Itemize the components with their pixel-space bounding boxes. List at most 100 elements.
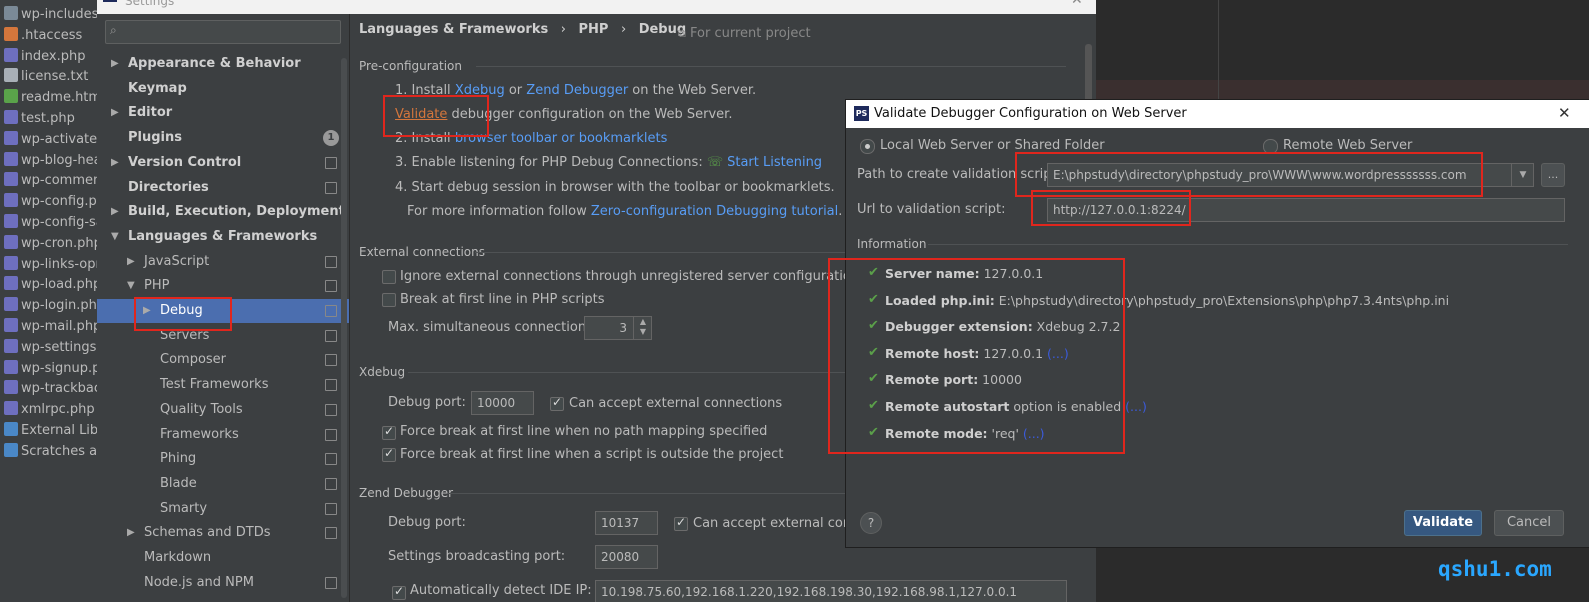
project-tree-label: test.php [21, 111, 75, 126]
chevron-right-icon[interactable]: ▶ [111, 52, 119, 76]
html-file-icon [4, 89, 18, 104]
radio-remote-label: Remote Web Server [1283, 138, 1413, 153]
project-tree-item[interactable]: license.txt [4, 67, 88, 87]
preconfig-step-4: 4. Start debug session in browser with t… [395, 180, 835, 195]
chevron-right-icon[interactable]: ▶ [111, 200, 119, 224]
break-first-line-label: Break at first line in PHP scripts [400, 292, 605, 307]
settings-tree-item[interactable]: Composer [97, 348, 349, 372]
project-tree-item[interactable]: xmlrpc.php [4, 400, 95, 420]
settings-tree-label: JavaScript [144, 253, 210, 269]
zend-debugger-link[interactable]: Zend Debugger [526, 83, 628, 98]
zend-accept-checkbox[interactable] [674, 515, 688, 531]
project-tree-item[interactable]: External Librarie [4, 421, 97, 441]
radio-local[interactable] [860, 139, 875, 154]
divider [928, 244, 1568, 245]
settings-tree-item[interactable]: Plugins 1 [97, 126, 349, 150]
auto-detect-ip-checkbox[interactable] [392, 584, 406, 600]
project-tree-item[interactable]: wp-activate.p [4, 130, 97, 150]
settings-tree-item[interactable]: ▼ PHP [97, 274, 349, 298]
chevron-right-icon[interactable]: ▶ [111, 101, 119, 125]
settings-tree-item[interactable]: ▶ Appearance & Behavior [97, 52, 349, 76]
ignore-external-checkbox[interactable] [382, 270, 396, 284]
details-link[interactable]: (...) [1125, 399, 1147, 414]
chevron-down-icon[interactable]: ▼ [111, 225, 119, 249]
text: or [504, 83, 527, 98]
phone-listen-icon: ☏ [706, 155, 724, 170]
settings-titlebar: Settings ✕ [97, 0, 1096, 14]
settings-tree-item[interactable]: ▶ Build, Execution, Deployment [97, 200, 349, 224]
ide-ip-input[interactable]: 10.198.75.60,192.168.1.220,192.168.198.3… [595, 580, 1067, 602]
settings-tree-item[interactable]: ▶ Version Control [97, 151, 349, 175]
project-tree-item[interactable]: wp-login.php [4, 296, 97, 316]
sidebar-scrollbar[interactable] [341, 58, 347, 598]
breadcrumb: Languages & Frameworks › PHP › Debug [359, 22, 686, 37]
project-tree-item[interactable]: wp-signup.pl [4, 359, 97, 379]
browse-button[interactable]: ... [1541, 163, 1565, 187]
project-tree-item[interactable]: wp-config.ph [4, 192, 97, 212]
broadcast-port-input[interactable]: 20080 [595, 545, 658, 569]
settings-tree-label: Frameworks [160, 426, 239, 442]
chevron-right-icon[interactable]: ▶ [127, 250, 135, 274]
project-tree-item[interactable]: wp-cron.php [4, 234, 97, 254]
settings-tree-item[interactable]: Test Frameworks [97, 373, 349, 397]
settings-tree-item[interactable]: Keymap [97, 77, 349, 101]
project-tree-item[interactable]: wp-load.php [4, 275, 97, 295]
project-tree-item[interactable]: test.php [4, 109, 75, 129]
settings-tree-item[interactable]: Frameworks [97, 423, 349, 447]
tutorial-link[interactable]: Zero-configuration Debugging tutorial [591, 204, 838, 219]
chevron-down-icon[interactable]: ▼ [127, 274, 135, 298]
xdebug-port-input[interactable]: 10000 [471, 391, 534, 415]
chevron-down-icon[interactable]: ▼ [1511, 164, 1534, 186]
settings-tree-item[interactable]: Node.js and NPM [97, 571, 349, 595]
settings-tree-item[interactable]: Blade [97, 472, 349, 496]
close-icon[interactable]: ✕ [1558, 104, 1571, 122]
zend-accept-label: Can accept external conne [693, 516, 868, 531]
project-tree-label: xmlrpc.php [21, 402, 95, 418]
settings-tree-item[interactable]: ▼ Languages & Frameworks [97, 225, 349, 249]
settings-tree-item[interactable]: ▶ JavaScript [97, 250, 349, 274]
zend-port-input[interactable]: 10137 [595, 511, 658, 535]
project-tree-item[interactable]: wp-settings.p [4, 338, 97, 358]
copy-icon: ⧉ [678, 27, 686, 40]
project-tree-item[interactable]: index.php [4, 47, 85, 67]
force-break-no-mapping-checkbox[interactable] [382, 424, 396, 440]
force-break-outside-checkbox[interactable] [382, 446, 396, 462]
project-tree-item[interactable]: wp-blog-hea [4, 151, 97, 171]
settings-tree-item[interactable]: Markdown [97, 546, 349, 570]
spinner-arrows-icon[interactable]: ▲ ▼ [633, 317, 652, 339]
project-tree-item[interactable]: wp-commen [4, 171, 97, 191]
project-tree-item[interactable]: wp-trackbacl [4, 379, 97, 399]
project-tree-item[interactable]: readme.html [4, 88, 97, 108]
project-tree-item[interactable]: .htaccess [4, 26, 82, 46]
settings-tree-label: Version Control [128, 154, 242, 170]
settings-tree-item[interactable]: ▶ Editor [97, 101, 349, 125]
settings-tree-item[interactable]: Quality Tools [97, 398, 349, 422]
search-input[interactable]: ⌕ [105, 20, 341, 44]
settings-tree-item[interactable]: ▶ Schemas and DTDs [97, 521, 349, 545]
xdebug-accept-checkbox[interactable] [550, 395, 564, 411]
validate-button[interactable]: Validate [1404, 510, 1482, 536]
break-first-line-checkbox[interactable] [382, 293, 396, 307]
project-tree-item[interactable]: wp-config-sa [4, 213, 97, 233]
project-tree-item[interactable]: wp-links-opr [4, 255, 97, 275]
text-file-icon [4, 68, 18, 83]
close-icon[interactable]: ✕ [1071, 0, 1083, 8]
chevron-right-icon[interactable]: ▶ [111, 151, 119, 175]
project-tree-item[interactable]: wp-mail.php [4, 317, 97, 337]
editor-gutter-line [1218, 0, 1219, 99]
chevron-right-icon[interactable]: ▶ [127, 521, 135, 545]
zend-port-label: Debug port: [388, 515, 466, 530]
project-tree-item[interactable]: Scratches and C [4, 442, 97, 462]
settings-tree-item[interactable]: Directories [97, 176, 349, 200]
start-listening-link[interactable]: Start Listening [727, 155, 822, 170]
radio-local-label: Local Web Server or Shared Folder [880, 138, 1105, 153]
php-file-icon [4, 297, 18, 312]
cancel-button[interactable]: Cancel [1494, 510, 1564, 536]
php-file-icon [4, 151, 18, 166]
settings-tree-item[interactable]: Phing [97, 447, 349, 471]
project-tree-item[interactable]: wp-includes [4, 5, 97, 25]
settings-tree-item[interactable]: Smarty [97, 497, 349, 521]
php-file-icon [4, 380, 18, 395]
project-tree-label: wp-login.php [21, 298, 97, 314]
help-button[interactable]: ? [860, 512, 882, 534]
